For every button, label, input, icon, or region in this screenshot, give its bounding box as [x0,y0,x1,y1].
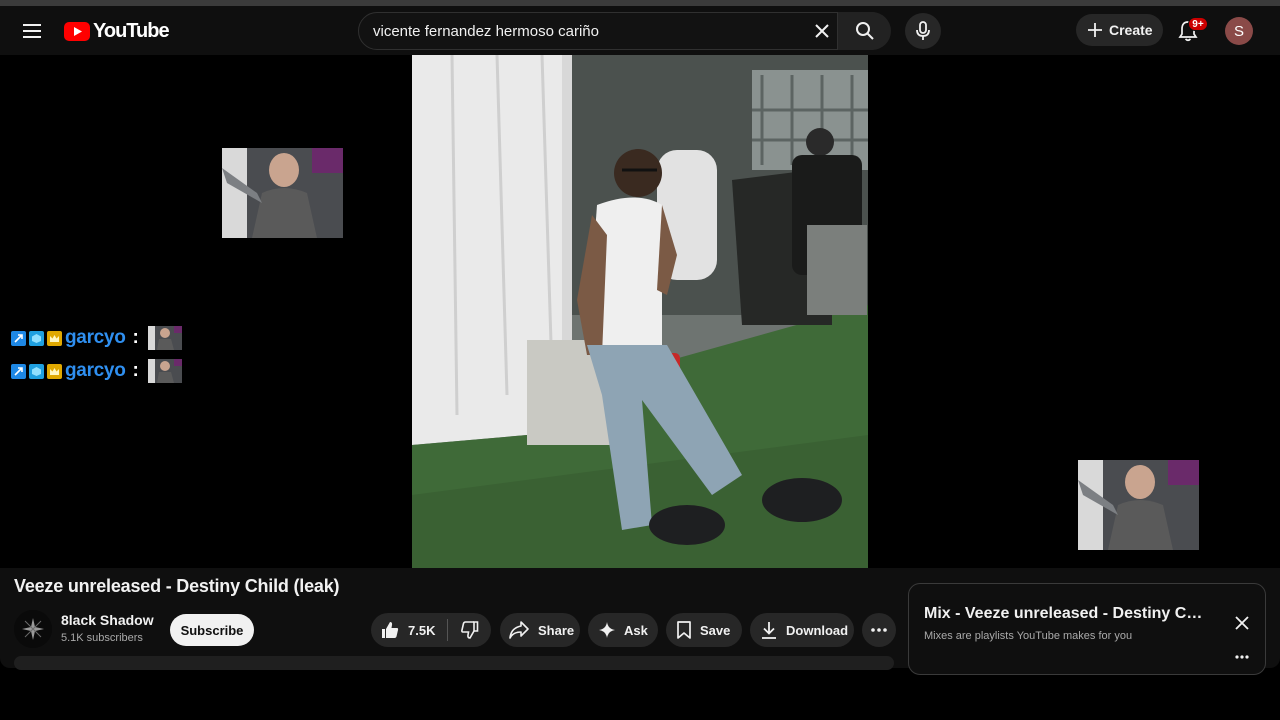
ask-button[interactable]: Ask [588,613,658,647]
description-box[interactable] [14,656,894,670]
download-icon [762,622,776,639]
channel-avatar-image [14,610,52,648]
close-icon [1235,616,1249,630]
share-label: Share [538,622,575,638]
close-mix-button[interactable] [1227,608,1257,638]
like-dislike-group: 7.5K [371,613,491,647]
download-button[interactable]: Download [750,613,854,647]
create-button[interactable]: Create [1076,14,1163,46]
bookmark-icon [677,621,691,639]
channel-name[interactable]: 8lack Shadow [61,612,154,628]
youtube-logo-text: YouTube [93,19,170,42]
mix-subtitle: Mixes are playlists YouTube makes for yo… [924,630,1133,642]
crown-badge-icon [47,330,62,346]
clear-search-button[interactable] [803,12,841,50]
subscriber-count: 5.1K subscribers [61,632,143,644]
webcam-emote-image [147,359,182,383]
notification-count-badge: 9+ [1188,17,1208,31]
browser-viewport: YouTube Create 9+ [0,6,1280,668]
mix-playlist-panel: Mix - Veeze unreleased - Destiny Child (… [908,583,1266,675]
youtube-watch-page: YouTube Create 9+ [0,0,1280,720]
pickaxe-badge-icon [11,330,26,346]
video-frame [412,55,868,568]
search-button[interactable] [837,12,891,50]
sparkle-icon [599,622,615,638]
chat-message: garcyo : [11,359,182,383]
voice-search-button[interactable] [905,13,941,49]
cube-badge-icon [29,330,44,346]
thumbs-up-icon [382,622,399,638]
crown-badge-icon [47,363,62,379]
create-label: Create [1109,22,1153,38]
webcam-emote-image [147,326,182,350]
more-horizontal-icon [871,628,887,632]
chat-message: garcyo : [11,326,182,350]
menu-button[interactable] [12,11,52,51]
webcam-image [222,148,343,238]
search-icon [855,22,874,40]
save-label: Save [700,622,731,638]
dislike-button[interactable] [448,613,491,647]
chat-username: garcyo [65,327,126,348]
search-box [358,12,891,50]
chat-separator: : [132,360,139,381]
subscribe-button[interactable]: Subscribe [170,614,254,646]
ask-label: Ask [624,622,648,638]
video-title: Veeze unreleased - Destiny Child (leak) [14,576,340,596]
download-label: Download [786,622,849,638]
menu-icon [23,24,41,38]
video-still-image [412,55,868,568]
more-actions-button[interactable] [862,613,896,647]
like-button[interactable]: 7.5K [371,613,447,647]
webcam-image [1078,460,1199,550]
more-horizontal-icon [1235,655,1249,659]
webcam-overlay-bottom [1078,460,1199,550]
chat-username: garcyo [65,360,126,381]
save-button[interactable]: Save [666,613,742,647]
pickaxe-badge-icon [11,363,26,379]
webcam-overlay-top [222,148,343,238]
youtube-logo-icon [64,21,90,41]
channel-avatar[interactable] [14,610,52,648]
plus-icon [1088,23,1102,37]
mic-icon [916,21,930,40]
share-button[interactable]: Share [500,613,580,647]
like-count: 7.5K [408,622,436,638]
search-input[interactable] [373,13,803,49]
youtube-logo[interactable]: YouTube [64,19,170,42]
close-icon [815,24,829,38]
mix-more-button[interactable] [1227,646,1257,668]
video-player[interactable]: garcyo : garcyo : [0,55,1280,568]
share-icon [509,621,529,639]
cube-badge-icon [29,363,44,379]
chat-separator: : [132,327,139,348]
mix-title[interactable]: Mix - Veeze unreleased - Destiny Child (… [924,605,1204,623]
account-avatar[interactable]: S [1225,17,1253,45]
masthead: YouTube Create 9+ [0,6,1280,56]
thumbs-down-icon [460,621,478,639]
